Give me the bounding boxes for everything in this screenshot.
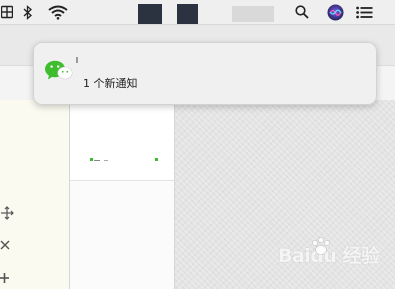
app-icon[interactable] — [0, 0, 14, 24]
status-item[interactable] — [232, 6, 274, 22]
baidu-jingyan-watermark: Baidu 经验 — [278, 237, 380, 270]
title-placeholder — [76, 57, 78, 63]
notification-banner[interactable]: 1 个新通知 — [33, 42, 377, 105]
thumbnail-mark — [90, 158, 93, 161]
status-item[interactable] — [138, 4, 162, 24]
thumbnail-mark — [104, 160, 108, 161]
siri-icon[interactable] — [325, 0, 345, 24]
notification-message: 1 个新通知 — [83, 77, 138, 90]
thumbnail-mark — [155, 158, 158, 161]
left-panel — [0, 100, 70, 289]
notification-center-icon[interactable] — [353, 0, 375, 24]
thumbnail[interactable] — [70, 100, 174, 181]
wifi-icon[interactable] — [46, 0, 70, 24]
paw-icon — [312, 237, 330, 255]
bluetooth-icon[interactable] — [20, 0, 36, 24]
move-icon[interactable] — [0, 206, 14, 220]
wechat-icon — [44, 59, 74, 85]
add-icon[interactable] — [0, 272, 14, 286]
thumbnail-mark — [94, 160, 100, 161]
close-icon[interactable] — [0, 240, 14, 254]
search-icon[interactable] — [293, 0, 311, 24]
menu-bar — [0, 0, 395, 25]
status-item[interactable] — [177, 4, 198, 24]
